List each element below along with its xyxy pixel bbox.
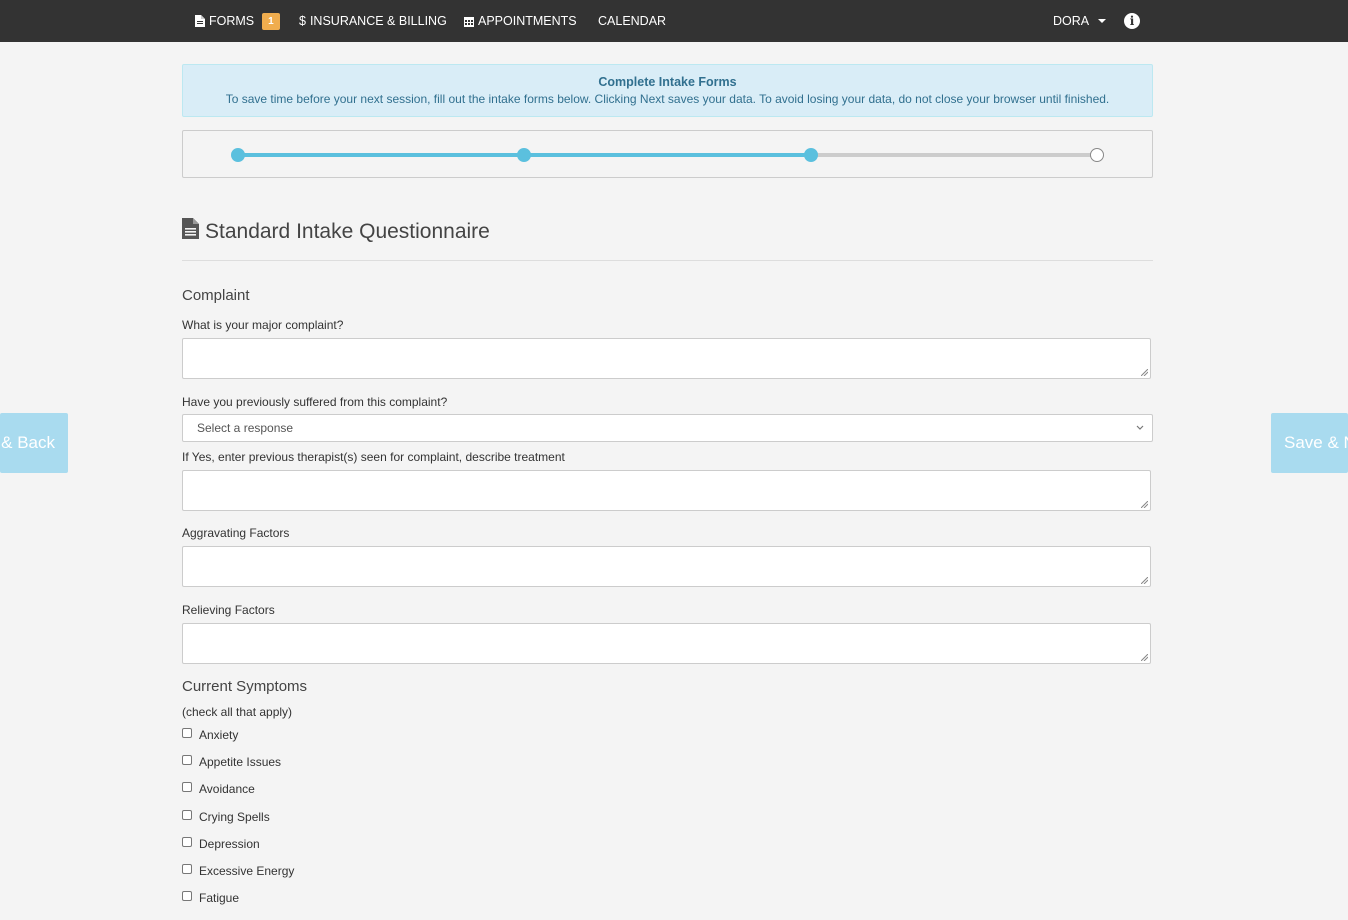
top-navbar: FORMS 1 $ INSURANCE & BILLING APPOINTMEN… <box>0 0 1348 42</box>
nav-calendar-label: CALENDAR <box>598 14 667 28</box>
symptom-checkbox[interactable] <box>182 836 192 847</box>
nav-appointments-label: APPOINTMENTS <box>478 14 577 28</box>
caret-down-icon <box>1098 19 1107 23</box>
previous-therapists-label: If Yes, enter previous therapist(s) seen… <box>182 450 565 464</box>
nav-insurance-label: INSURANCE & BILLING <box>309 14 447 28</box>
page-title-text: Standard Intake Questionnaire <box>205 219 490 243</box>
select-placeholder: Select a response <box>197 421 294 435</box>
aggravating-factors-textarea[interactable] <box>182 546 1151 587</box>
relieving-factors-textarea[interactable] <box>182 623 1151 664</box>
symptom-checkbox[interactable] <box>182 755 192 766</box>
info-icon: i <box>1124 13 1140 29</box>
previous-complaint-label: Have you previously suffered from this c… <box>182 395 448 409</box>
symptom-option[interactable]: Anxiety <box>182 728 238 742</box>
info-button[interactable]: i <box>1124 0 1140 42</box>
user-name: DORA <box>1053 14 1090 28</box>
resize-grip-icon[interactable] <box>1141 577 1148 584</box>
nav-appointments[interactable]: APPOINTMENTS <box>464 0 577 42</box>
symptom-label: Appetite Issues <box>199 755 282 770</box>
symptom-option[interactable]: Excessive Energy <box>182 864 294 878</box>
intake-alert: Complete Intake Forms To save time befor… <box>182 64 1153 117</box>
symptom-checkbox[interactable] <box>182 891 192 902</box>
previous-therapists-textarea[interactable] <box>182 470 1151 511</box>
document-icon <box>182 218 199 245</box>
chevron-down-icon <box>1136 425 1144 430</box>
symptom-label: Avoidance <box>199 782 255 797</box>
page-title: Standard Intake Questionnaire <box>182 218 490 245</box>
user-menu[interactable]: DORA <box>1053 0 1107 42</box>
symptom-label: Anxiety <box>199 728 239 742</box>
symptom-checkbox[interactable] <box>182 782 192 793</box>
resize-grip-icon[interactable] <box>1141 369 1148 376</box>
progress-step-dot <box>1090 148 1104 162</box>
save-and-next-button[interactable]: Save & N <box>1271 413 1348 473</box>
symptom-label: Fatigue <box>199 891 240 906</box>
symptom-option[interactable]: Depression <box>182 836 260 851</box>
previous-complaint-select[interactable]: Select a response <box>182 414 1153 442</box>
major-complaint-textarea[interactable] <box>182 338 1151 379</box>
complaint-heading: Complaint <box>182 287 250 304</box>
back-button-label: & Back <box>1 433 55 452</box>
symptom-option[interactable]: Appetite Issues <box>182 755 281 769</box>
symptom-label: Excessive Energy <box>199 864 295 878</box>
symptoms-hint: (check all that apply) <box>182 705 293 719</box>
symptom-checkbox[interactable] <box>182 809 192 820</box>
symptom-label: Crying Spells <box>199 809 270 824</box>
calendar-icon <box>464 16 474 27</box>
file-icon <box>195 15 205 27</box>
dollar-icon: $ <box>299 14 306 28</box>
alert-title: Complete Intake Forms <box>598 75 737 89</box>
symptom-option[interactable]: Avoidance <box>182 782 255 796</box>
forms-count-badge: 1 <box>262 12 280 30</box>
nav-forms[interactable]: FORMS 1 <box>195 0 280 42</box>
nav-insurance-billing[interactable]: $ INSURANCE & BILLING <box>299 0 447 42</box>
resize-grip-icon[interactable] <box>1141 501 1148 508</box>
progress-step-dot <box>231 148 245 162</box>
relieving-factors-label: Relieving Factors <box>182 603 275 617</box>
next-button-label: Save & N <box>1284 433 1348 452</box>
symptom-checkbox[interactable] <box>182 728 192 738</box>
symptom-checkbox[interactable] <box>182 864 192 874</box>
title-divider <box>182 260 1153 261</box>
symptom-option[interactable]: Fatigue <box>182 891 239 905</box>
symptom-option[interactable]: Crying Spells <box>182 809 270 824</box>
alert-text: To save time before your next session, f… <box>225 92 1110 106</box>
major-complaint-label: What is your major complaint? <box>182 318 344 332</box>
progress-stepper <box>182 130 1153 178</box>
current-symptoms-heading: Current Symptoms <box>182 678 308 695</box>
nav-calendar[interactable]: CALENDAR <box>598 0 666 42</box>
nav-forms-label: FORMS <box>209 14 255 28</box>
aggravating-factors-label: Aggravating Factors <box>182 526 290 540</box>
resize-grip-icon[interactable] <box>1141 654 1148 661</box>
progress-step-dot <box>803 148 818 162</box>
save-and-back-button[interactable]: & Back <box>0 413 68 473</box>
progress-step-dot <box>517 148 532 162</box>
symptom-label: Depression <box>199 836 260 851</box>
